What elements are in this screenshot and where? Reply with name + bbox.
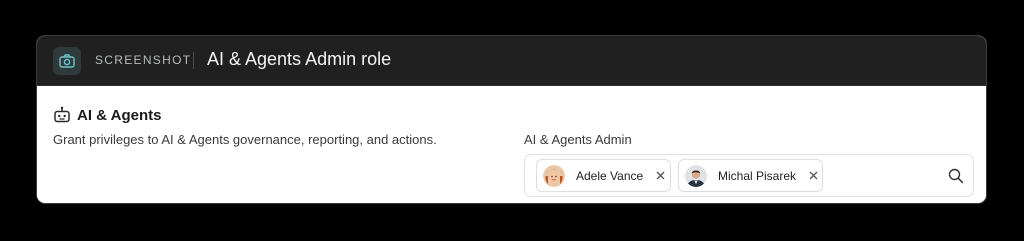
user-chip-name: Michal Pisarek bbox=[718, 168, 797, 183]
close-icon[interactable] bbox=[807, 170, 819, 182]
user-chip-name: Adele Vance bbox=[576, 168, 644, 183]
section-description: Grant privileges to AI & Agents governan… bbox=[53, 132, 437, 147]
page-title: AI & Agents Admin role bbox=[207, 49, 392, 69]
camera-icon bbox=[53, 47, 81, 75]
role-field-label: AI & Agents Admin bbox=[524, 132, 632, 147]
avatar bbox=[543, 164, 565, 187]
header-kicker: SCREENSHOT bbox=[95, 53, 192, 67]
user-chip: Michal Pisarek bbox=[678, 159, 823, 192]
header-divider bbox=[193, 52, 194, 69]
role-card: SCREENSHOT AI & Agents Admin role AI & A… bbox=[36, 35, 987, 204]
avatar bbox=[685, 164, 707, 187]
search-icon[interactable] bbox=[947, 167, 965, 185]
card-header: SCREENSHOT AI & Agents Admin role bbox=[37, 36, 986, 86]
people-picker[interactable]: Adele Vance Michal Pisarek bbox=[524, 154, 974, 197]
close-icon[interactable] bbox=[654, 170, 666, 182]
robot-icon bbox=[54, 106, 70, 123]
section-title: AI & Agents bbox=[77, 107, 162, 124]
user-chip: Adele Vance bbox=[536, 159, 671, 192]
card-body: AI & Agents Grant privileges to AI & Age… bbox=[37, 86, 986, 203]
